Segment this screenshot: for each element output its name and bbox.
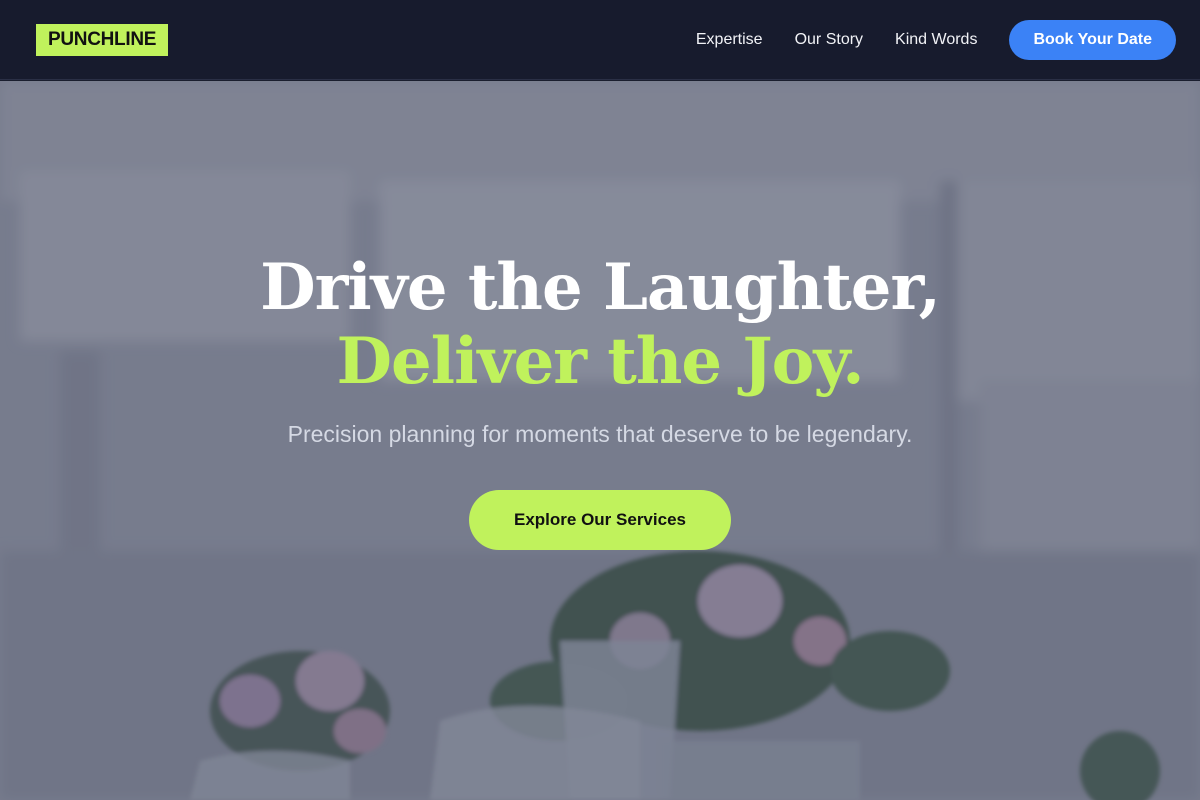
hero-headline-line2: Deliver the Joy. [336, 324, 865, 399]
brand-logo[interactable]: PUNCHLINE [36, 23, 169, 56]
hero-headline-line1: Drive the Laughter, [260, 250, 941, 325]
nav-menu: Expertise Our Story Kind Words Book Your… [696, 19, 1176, 60]
book-your-date-button[interactable]: Book Your Date [1009, 19, 1176, 60]
explore-services-button[interactable]: Explore Our Services [469, 490, 731, 550]
top-navbar: PUNCHLINE Expertise Our Story Kind Words… [0, 0, 1200, 80]
hero-headline: Drive the Laughter, Deliver the Joy. [0, 251, 1200, 399]
nav-link-expertise[interactable]: Expertise [696, 31, 763, 49]
hero-section: Drive the Laughter, Deliver the Joy. Pre… [0, 81, 1200, 800]
hero-subtitle: Precision planning for moments that dese… [287, 421, 913, 447]
nav-link-our-story[interactable]: Our Story [795, 31, 863, 49]
nav-link-kind-words[interactable]: Kind Words [895, 31, 977, 49]
